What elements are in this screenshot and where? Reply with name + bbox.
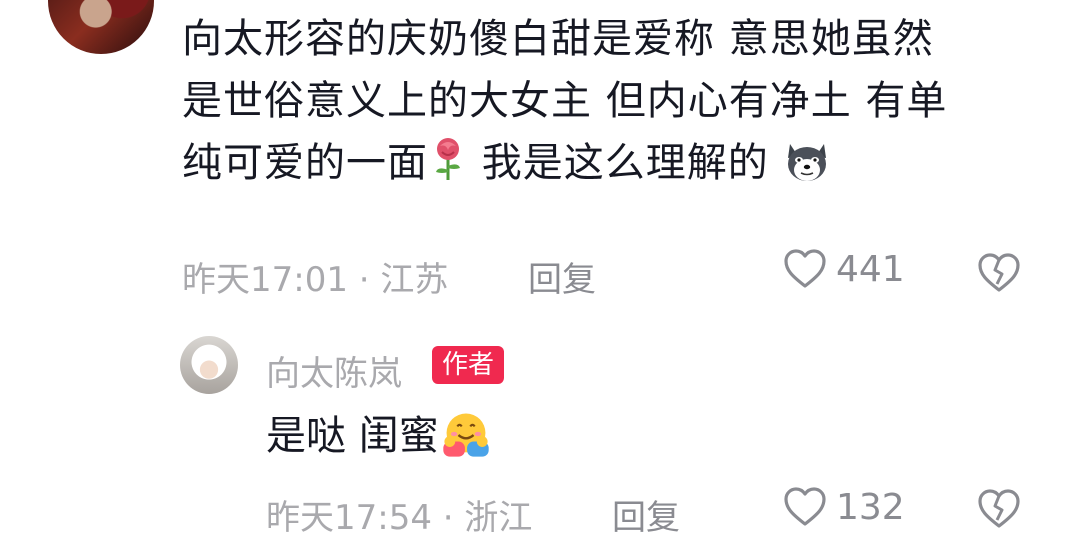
broken-heart-outline-icon[interactable] [976, 252, 1022, 294]
comment-meta: 昨天17:01 · 江苏 [182, 260, 449, 300]
commenter-avatar[interactable] [48, 0, 154, 54]
husky-dog-emoji-icon [788, 144, 827, 181]
comment-line-3a: 纯可爱的一面 [182, 140, 428, 186]
comment-thread: 向太形容的庆奶傻白甜是爱称 意思她虽然 是世俗意义上的大女主 但内心有净土 有单… [0, 0, 1079, 554]
author-name[interactable]: 向太陈岚 [266, 346, 402, 395]
comment-line-3b: 我是这么理解的 [468, 140, 783, 186]
reply-meta: 昨天17:54 · 浙江 [266, 498, 533, 538]
heart-outline-icon [784, 487, 826, 526]
reply-body: 是哒 闺蜜 [266, 408, 493, 464]
reply-to-reply-button[interactable]: 回复 [612, 490, 680, 539]
author-badge: 作者 [432, 346, 505, 384]
comment-line-1: 向太形容的庆奶傻白甜是爱称 意思她虽然 [182, 16, 934, 62]
heart-outline-icon [784, 249, 826, 288]
reply-like-button[interactable]: 132 [782, 486, 905, 528]
reply-button[interactable]: 回复 [528, 252, 596, 301]
like-count: 441 [836, 248, 905, 290]
comment-body: 向太形容的庆奶傻白甜是爱称 意思她虽然 是世俗意义上的大女主 但内心有净土 有单… [182, 8, 1042, 194]
like-button[interactable]: 441 [782, 248, 905, 290]
comment-line-2: 是世俗意义上的大女主 但内心有净土 有单 [182, 78, 948, 124]
broken-heart-outline-icon[interactable] [976, 488, 1022, 530]
reply-text: 是哒 闺蜜 [266, 413, 439, 459]
reply-like-count: 132 [836, 486, 905, 528]
rose-emoji-icon [436, 138, 460, 180]
hugging-face-emoji-icon [443, 413, 489, 457]
author-avatar[interactable] [180, 336, 238, 394]
